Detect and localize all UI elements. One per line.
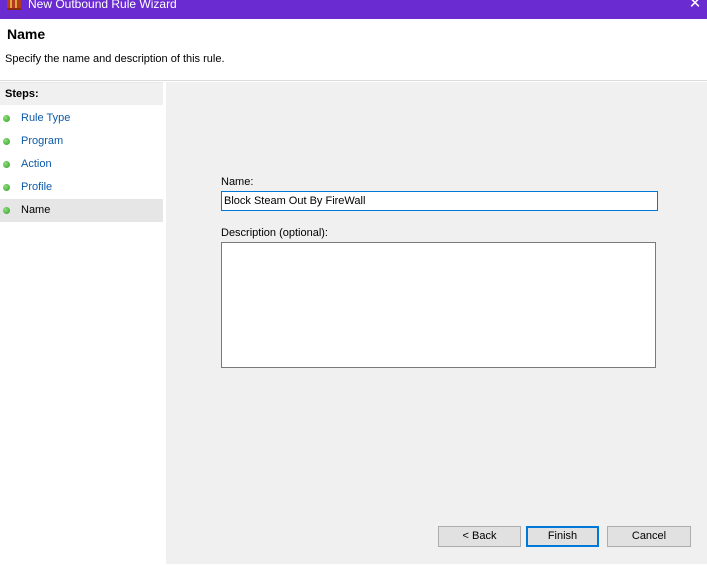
step-action[interactable]: Action [0, 153, 163, 176]
step-complete-icon [3, 161, 10, 168]
page-subtitle: Specify the name and description of this… [5, 53, 225, 65]
step-program[interactable]: Program [0, 130, 163, 153]
wizard-header: Name Specify the name and description of… [0, 19, 707, 81]
title-bar[interactable]: New Outbound Rule Wizard ✕ [0, 0, 707, 19]
steps-heading-label: Steps: [5, 88, 39, 100]
step-label: Profile [21, 181, 53, 193]
step-label: Rule Type [21, 112, 71, 124]
step-complete-icon [3, 115, 10, 122]
steps-heading: Steps: [0, 83, 163, 105]
step-name[interactable]: Name [0, 199, 163, 222]
cancel-button[interactable]: Cancel [607, 526, 691, 547]
page-title: Name [7, 26, 46, 42]
close-button[interactable]: ✕ [683, 0, 707, 16]
step-rule-type[interactable]: Rule Type [0, 107, 163, 130]
back-button[interactable]: < Back [438, 526, 521, 547]
name-field[interactable] [221, 191, 658, 211]
step-profile[interactable]: Profile [0, 176, 163, 199]
step-label: Program [21, 135, 64, 147]
step-label: Action [21, 158, 52, 170]
name-label: Name: [221, 176, 254, 188]
firewall-wall-icon [7, 0, 21, 10]
finish-button[interactable]: Finish [526, 526, 599, 547]
step-label: Name [21, 204, 51, 216]
step-complete-icon [3, 184, 10, 191]
steps-panel: Steps: Rule Type Program Action Profile … [0, 82, 163, 565]
window-title: New Outbound Rule Wizard [28, 0, 177, 11]
wizard-content: Name: Description (optional): < Back Fin… [166, 82, 707, 564]
description-label: Description (optional): [221, 227, 328, 239]
description-field[interactable] [221, 242, 656, 368]
step-current-icon [3, 207, 10, 214]
step-complete-icon [3, 138, 10, 145]
